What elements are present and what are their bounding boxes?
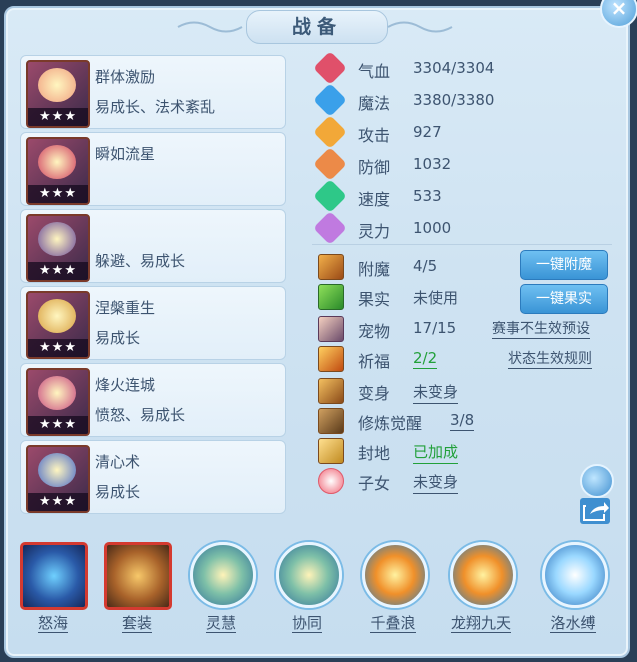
attr-value: 未使用 bbox=[413, 289, 459, 307]
attr-value[interactable]: 已加成 bbox=[413, 441, 459, 464]
bottom-skill-label: 套装 bbox=[121, 614, 152, 633]
popsicle-skill-icon[interactable]: ★★★ bbox=[26, 60, 90, 128]
stat-value: 3380/3380 bbox=[413, 91, 495, 109]
suit-icon[interactable] bbox=[104, 542, 172, 610]
skill-stars: ★★★ bbox=[28, 339, 88, 357]
skill-desc: 易成长 bbox=[95, 329, 141, 347]
fire-cauldron-skill-icon[interactable]: ★★★ bbox=[26, 368, 90, 436]
attr-value[interactable]: 2/2 bbox=[413, 349, 438, 369]
bottom-skill-item[interactable]: 龙翔九天 bbox=[444, 540, 518, 650]
masked-warrior-skill-icon[interactable]: ★★★ bbox=[26, 214, 90, 282]
left-title-ornament bbox=[177, 21, 243, 33]
synergy-icon[interactable] bbox=[276, 542, 342, 608]
stat-value: 533 bbox=[413, 187, 442, 205]
attr-value: 4/5 bbox=[413, 257, 438, 275]
panel-title: 战备 bbox=[246, 10, 388, 44]
attr-label: 果实 bbox=[358, 290, 391, 309]
stat-label: 气血 bbox=[358, 62, 391, 81]
share-icon[interactable] bbox=[580, 498, 610, 524]
meteor-skill-icon[interactable]: ★★★ bbox=[26, 137, 90, 205]
golden-serpent-skill-icon[interactable]: ★★★ bbox=[26, 291, 90, 359]
stat-label: 灵力 bbox=[358, 222, 391, 241]
skill-desc: 易成长 bbox=[95, 483, 141, 501]
pet-portrait-icon[interactable] bbox=[318, 316, 344, 342]
fruit-icon bbox=[318, 284, 344, 310]
skill-card[interactable]: ★★★ 烽火连城愤怒、易成长 bbox=[20, 363, 286, 437]
skill-name: 清心术 bbox=[95, 453, 141, 471]
bottom-skill-label: 洛水缚 bbox=[550, 614, 596, 633]
skill-name: 群体激励 bbox=[95, 68, 156, 86]
stat-label: 魔法 bbox=[358, 94, 391, 113]
skill-desc: 躲避、易成长 bbox=[95, 252, 186, 270]
bottom-skill-item[interactable]: 怒海 bbox=[16, 540, 90, 650]
skill-card[interactable]: ★★★ 躲避、易成长 bbox=[20, 209, 286, 283]
skill-name: 涅槃重生 bbox=[95, 299, 156, 317]
skill-card[interactable]: ★★★ 清心术易成长 bbox=[20, 440, 286, 514]
attr-label: 变身 bbox=[358, 384, 391, 403]
event-preset-link[interactable]: 赛事不生效预设 bbox=[492, 318, 590, 339]
bottom-skill-label: 协同 bbox=[291, 614, 322, 633]
river-bind-icon[interactable] bbox=[542, 542, 608, 608]
wisdom-icon[interactable] bbox=[190, 542, 256, 608]
skill-stars: ★★★ bbox=[28, 185, 88, 203]
one-click-enchant-button[interactable]: 一键附魔 bbox=[520, 250, 608, 280]
stat-value: 3304/3304 bbox=[413, 59, 495, 77]
bottom-skill-item[interactable]: 协同 bbox=[270, 540, 344, 650]
attr-label: 祈福 bbox=[358, 352, 391, 371]
bottom-skill-item[interactable]: 灵慧 bbox=[184, 540, 258, 650]
angry-sea-icon[interactable] bbox=[20, 542, 88, 610]
children-icon bbox=[318, 468, 344, 494]
skill-card[interactable]: ★★★ 涅槃重生易成长 bbox=[20, 286, 286, 360]
bottom-skill-label: 千叠浪 bbox=[370, 614, 416, 633]
refresh-icon[interactable] bbox=[580, 464, 614, 498]
bottom-skill-label: 灵慧 bbox=[205, 614, 236, 633]
bottom-skill-label: 龙翔九天 bbox=[450, 614, 511, 633]
stat-value: 1000 bbox=[413, 219, 452, 237]
robed-mage-skill-icon[interactable]: ★★★ bbox=[26, 445, 90, 513]
stat-label: 速度 bbox=[358, 190, 391, 209]
enchant-icon bbox=[318, 254, 344, 280]
bottom-skill-item[interactable]: 洛水缚 bbox=[536, 540, 610, 650]
attr-label: 宠物 bbox=[358, 322, 391, 341]
bottom-skill-item[interactable]: 套装 bbox=[100, 540, 174, 650]
skill-name: 烽火连城 bbox=[95, 376, 156, 394]
attr-label: 子女 bbox=[358, 474, 391, 493]
bottom-skill-label: 怒海 bbox=[37, 614, 68, 633]
skill-card[interactable]: ★★★ 群体激励易成长、法术紊乱 bbox=[20, 55, 286, 129]
attr-label: 封地 bbox=[358, 444, 391, 463]
dragon-soar-icon[interactable] bbox=[450, 542, 516, 608]
stat-value: 1032 bbox=[413, 155, 452, 173]
skill-name: 瞬如流星 bbox=[95, 145, 156, 163]
stat-label: 攻击 bbox=[358, 126, 391, 145]
skill-stars: ★★★ bbox=[28, 262, 88, 280]
attr-label: 附魔 bbox=[358, 260, 391, 279]
wave-icon[interactable] bbox=[362, 542, 428, 608]
blessing-icon bbox=[318, 346, 344, 372]
skill-stars: ★★★ bbox=[28, 108, 88, 126]
attr-value: 17/15 bbox=[413, 319, 457, 337]
one-click-fruit-button[interactable]: 一键果实 bbox=[520, 284, 608, 314]
right-title-ornament bbox=[387, 21, 453, 33]
attr-value[interactable]: 未变身 bbox=[413, 471, 459, 494]
bottom-skill-item[interactable]: 千叠浪 bbox=[356, 540, 430, 650]
transform-icon bbox=[318, 378, 344, 404]
status-rules-link[interactable]: 状态生效规则 bbox=[508, 348, 592, 369]
skill-stars: ★★★ bbox=[28, 493, 88, 511]
attr-label: 修炼觉醒 bbox=[358, 414, 423, 433]
attr-value[interactable]: 未变身 bbox=[413, 381, 459, 404]
stats-divider bbox=[312, 244, 612, 245]
skill-stars: ★★★ bbox=[28, 416, 88, 434]
fief-icon bbox=[318, 438, 344, 464]
skill-desc: 易成长、法术紊乱 bbox=[95, 98, 216, 116]
stat-value: 927 bbox=[413, 123, 442, 141]
skill-card[interactable]: ★★★ 瞬如流星 bbox=[20, 132, 286, 206]
stat-label: 防御 bbox=[358, 158, 391, 177]
cultivation-icon bbox=[318, 408, 344, 434]
skill-desc: 愤怒、易成长 bbox=[95, 406, 186, 424]
attr-value[interactable]: 3/8 bbox=[450, 411, 475, 431]
